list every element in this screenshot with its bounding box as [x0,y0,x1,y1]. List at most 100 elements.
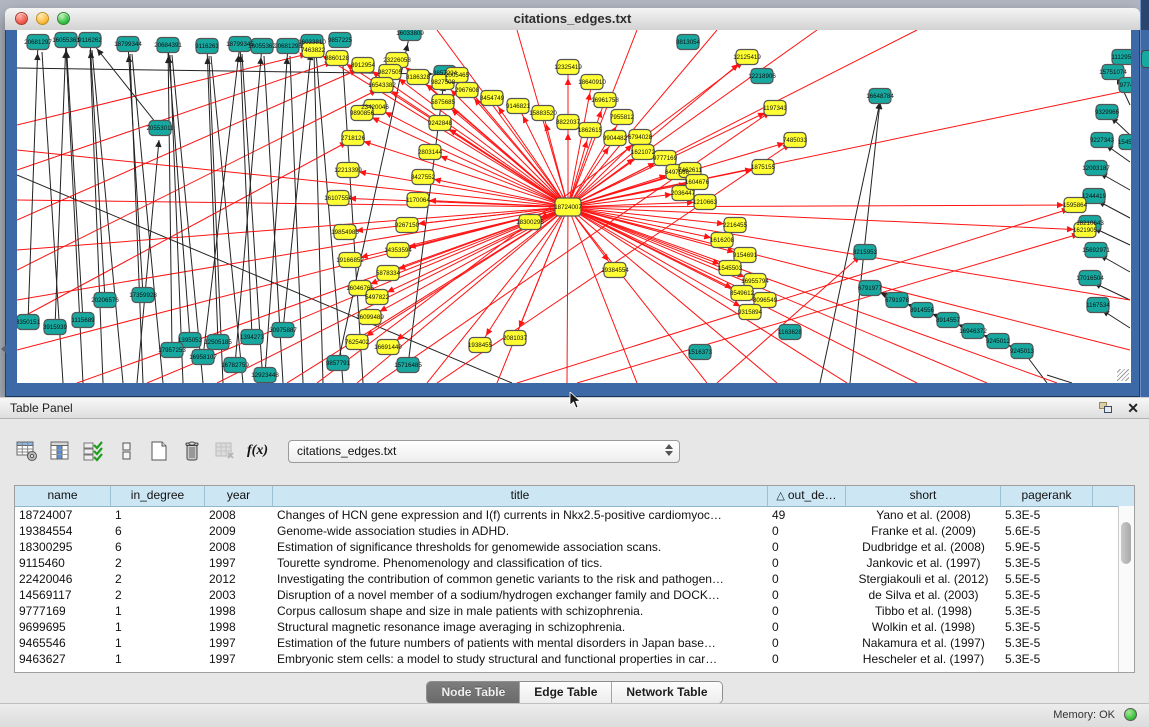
memory-ok-indicator[interactable] [1124,708,1137,721]
minimize-window-button[interactable] [36,12,49,25]
background-window-corner [1141,0,1149,30]
graph-node-label: 1621905 [1073,227,1098,234]
table-row[interactable]: 946362711997Embryonic stem cells: a mode… [15,651,1134,667]
graph-node-label: 1862615 [578,127,603,134]
table-row[interactable]: 1830029562008Estimation of significance … [15,539,1134,555]
table-cell: 0 [768,619,846,635]
graph-node-label: 1938455 [468,342,493,349]
graph-node-label: 8350151 [17,319,41,326]
sort-indicator-icon: △ [776,490,784,502]
graph-node-label: 9154691 [733,252,758,259]
graph-node-label: 1112953 [1111,54,1131,61]
table-cell: 2 [111,587,205,603]
table-vertical-scrollbar[interactable] [1118,506,1134,672]
graph-node-label: 8215953 [853,249,878,256]
table-cell: Tourette syndrome. Phenomenology and cla… [273,555,768,571]
table-cell: 2 [111,571,205,587]
graph-node-label: 16648784 [866,93,894,100]
table-row[interactable]: 1456911722003Disruption of a novel membe… [15,587,1134,603]
network-canvas[interactable]: 2068129716055361911626218799344206843919… [17,30,1131,383]
table-cell: 1 [111,651,205,667]
table-cell: 5.3E-5 [1001,619,1093,635]
table-cell: 9463627 [15,651,111,667]
table-cell: Hescheler et al. (1997) [846,651,1001,667]
graph-node-label: 1244419 [1082,193,1107,200]
table-cell: 0 [768,635,846,651]
scrollbar-thumb[interactable] [1121,522,1131,564]
column-pair-icon[interactable] [113,438,139,464]
graph-node-label: 1616208 [710,237,735,244]
graph-node-label: 9329966 [1095,109,1120,116]
graph-node-label: 7485033 [783,137,808,144]
graph-node-label: 9904482 [603,135,628,142]
table-cell: 0 [768,587,846,603]
delete-row-icon[interactable] [179,438,205,464]
table-cell: Corpus callosum shape and size in male p… [273,603,768,619]
column-header-year[interactable]: year [205,486,273,506]
network-table-select[interactable]: citations_edges.txt [288,440,680,463]
column-header-pagerank[interactable]: pagerank [1001,486,1093,506]
graph-node-label: 18210643 [1076,220,1104,227]
function-builder-icon[interactable]: f(x) [247,443,268,459]
graph-node-label: 15716485 [394,362,422,369]
table-cell: 49 [768,507,846,523]
table-settings-icon[interactable] [14,438,40,464]
column-header-short[interactable]: short [846,486,1001,506]
column-header-title[interactable]: title [273,486,768,506]
canvas-resize-grip[interactable] [1117,369,1129,381]
table-cell: 5.6E-5 [1001,523,1093,539]
table-row[interactable]: 1872400712008Changes of HCN gene express… [15,507,1134,523]
network-graph[interactable]: 2068129716055361911626218799344206843919… [17,30,1131,383]
close-window-button[interactable] [15,12,28,25]
new-table-icon[interactable] [146,438,172,464]
table-cell: 1 [111,619,205,635]
float-panel-icon[interactable] [1099,402,1113,414]
zoom-window-button[interactable] [57,12,70,25]
table-cell: 2012 [205,571,273,587]
panel-collapse-arrow[interactable] [1,345,6,353]
column-header-out_de[interactable]: △out_de… [768,486,846,506]
column-header-in_degree[interactable]: in_degree [111,486,205,506]
show-column-icon[interactable] [47,438,73,464]
table-row[interactable]: 977716911998Corpus callosum shape and si… [15,603,1134,619]
select-all-rows-icon[interactable] [80,438,106,464]
graph-node-label: 12213399 [334,167,362,174]
table-cell: Wolkin et al. (1998) [846,619,1001,635]
window-titlebar[interactable]: citations_edges.txt [5,8,1140,31]
tab-network-table[interactable]: Network Table [612,682,721,703]
graph-node-label: 16946372 [959,328,987,335]
graph-node-label: 23226058 [383,57,411,64]
table-cell: 0 [768,651,846,667]
table-cell: 6 [111,523,205,539]
graph-node-label: 2036447 [671,190,696,197]
graph-node-label: 14353594 [384,247,412,254]
tab-node-table[interactable]: Node Table [427,682,520,703]
tab-edge-table[interactable]: Edge Table [520,682,612,703]
delete-table-icon[interactable] [212,438,238,464]
table-cell: 5.3E-5 [1001,555,1093,571]
table-row[interactable]: 946554611997Estimation of the future num… [15,635,1134,651]
table-row[interactable]: 969969511998Structural magnetic resonanc… [15,619,1134,635]
graph-node-label: 1545178 [1118,139,1131,146]
table-row[interactable]: 1938455462009Genome-wide association stu… [15,523,1134,539]
table-cell: 9777169 [15,603,111,619]
table-cell: 0 [768,539,846,555]
table-row[interactable]: 2242004622012Investigating the contribut… [15,571,1134,587]
graph-node-label: 1875155 [751,164,776,171]
graph-node-label: 16691449 [374,344,402,351]
column-header-name[interactable]: name [15,486,111,506]
graph-node-label: 3915939 [43,324,68,331]
table-cell: 0 [768,555,846,571]
traffic-lights [15,12,70,25]
table-cell: 2 [111,555,205,571]
table-panel: Table Panel ✕ [0,397,1149,703]
table-cell: Changes of HCN gene expression and I(f) … [273,507,768,523]
graph-node-label: 16961758 [591,97,619,104]
table-toolbar: f(x) citations_edges.txt [0,433,1149,469]
graph-node-label: 1604676 [685,179,710,186]
graph-node-label: 6791977 [858,285,883,292]
graph-node-label: 8912954 [351,62,376,69]
node-table: namein_degreeyeartitle△out_de…shortpager… [14,485,1135,673]
table-row[interactable]: 911546021997Tourette syndrome. Phenomeno… [15,555,1134,571]
close-panel-icon[interactable]: ✕ [1127,401,1139,415]
